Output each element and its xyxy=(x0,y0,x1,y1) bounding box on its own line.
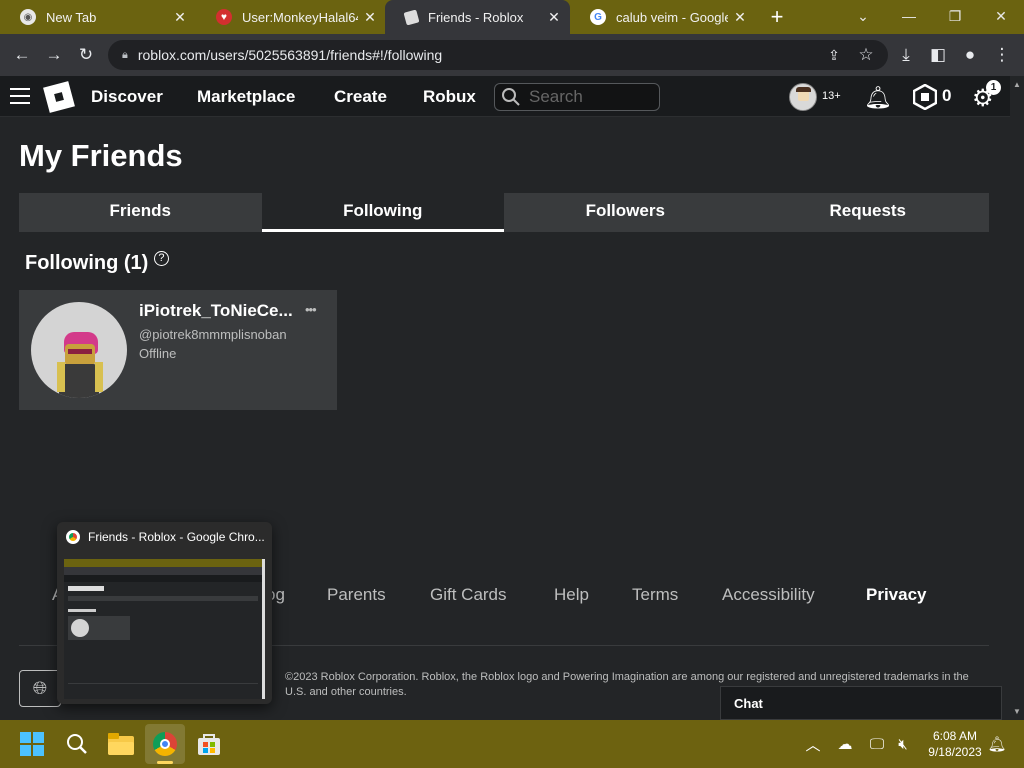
tab-followers[interactable]: Followers xyxy=(504,193,747,232)
chrome-taskbar-icon[interactable] xyxy=(145,724,185,764)
microsoft-store-icon[interactable] xyxy=(189,724,229,764)
preview-thumbnail xyxy=(64,559,265,699)
onedrive-icon[interactable]: ☁ xyxy=(834,720,856,768)
chrome-icon xyxy=(66,530,80,544)
friends-tab-bar: Friends Following Followers Requests xyxy=(19,193,989,232)
tab-search-chevron-icon[interactable]: ⌄ xyxy=(840,0,886,32)
address-bar[interactable]: 🔒︎ roblox.com/users/5025563891/friends#!… xyxy=(108,40,888,70)
browser-tab-user-page[interactable]: ♥ User:MonkeyHalal64 | ( ✕ xyxy=(196,0,386,34)
side-panel-icon[interactable]: ◧ xyxy=(922,34,954,76)
notifications-bell-icon[interactable]: 🔔︎ xyxy=(864,85,892,111)
page-scrollbar[interactable]: ▲ ▼ xyxy=(1010,76,1024,720)
download-icon[interactable]: ⤓ xyxy=(890,34,922,76)
file-explorer-icon[interactable] xyxy=(101,724,141,764)
browser-tab-new-tab[interactable]: ◉ New Tab ✕ xyxy=(0,0,196,34)
footer-link-parents[interactable]: Parents xyxy=(327,585,386,605)
settings-notification-badge: 1 xyxy=(986,80,1001,95)
clock-time: 6:08 AM xyxy=(932,729,978,743)
nav-robux[interactable]: Robux xyxy=(423,76,476,117)
network-icon[interactable]: 🖵︎ xyxy=(866,720,888,768)
language-selector-button[interactable]: 🌐︎ xyxy=(19,670,61,707)
tab-title: New Tab xyxy=(46,9,97,25)
close-tab-icon[interactable]: ✕ xyxy=(542,9,566,26)
footer-link-terms[interactable]: Terms xyxy=(632,585,678,605)
url-text: roblox.com/users/5025563891/friends#!/fo… xyxy=(137,47,443,63)
reload-icon[interactable]: ↻ xyxy=(70,34,102,76)
browser-tab-google-search[interactable]: G calub veim - Google Se ✕ xyxy=(570,0,756,34)
browser-tab-friends-roblox[interactable]: Friends - Roblox ✕ xyxy=(385,0,570,34)
footer-link-gift-cards[interactable]: Gift Cards xyxy=(430,585,507,605)
share-icon[interactable]: ⇪ xyxy=(818,34,850,76)
fandom-heart-icon: ♥ xyxy=(216,9,232,25)
chat-bar[interactable]: Chat xyxy=(720,686,1002,720)
minimize-icon[interactable]: — xyxy=(886,0,932,32)
user-avatar-thumbnail[interactable] xyxy=(789,83,817,111)
preview-title-text: Friends - Roblox - Google Chro... xyxy=(88,530,265,544)
back-arrow-icon[interactable]: ← xyxy=(6,34,38,76)
chrome-menu-icon[interactable]: ⋮ xyxy=(986,34,1018,76)
age-badge: 13+ xyxy=(822,90,841,102)
show-hidden-icons-chevron-icon[interactable]: ︿ xyxy=(802,720,824,768)
profile-icon[interactable]: ● xyxy=(954,34,986,76)
friend-username: @piotrek8mmmplisnoban xyxy=(139,327,287,342)
footer-link-privacy[interactable]: Privacy xyxy=(866,585,927,605)
search-icon xyxy=(502,88,520,106)
friend-card[interactable]: iPiotrek_ToNieCe... ••• @piotrek8mmmplis… xyxy=(19,290,337,410)
section-header-text: Following (1) xyxy=(25,252,149,274)
close-tab-icon[interactable]: ✕ xyxy=(358,9,382,26)
taskbar-window-preview[interactable]: Friends - Roblox - Google Chro... xyxy=(57,522,272,704)
tab-following[interactable]: Following xyxy=(261,193,504,232)
search-input[interactable]: Search xyxy=(494,83,660,111)
page-title: My Friends xyxy=(19,138,183,173)
nav-marketplace[interactable]: Marketplace xyxy=(197,76,295,117)
more-options-icon[interactable]: ••• xyxy=(305,302,317,317)
friend-avatar[interactable] xyxy=(31,302,127,398)
chrome-icon: ◉ xyxy=(20,9,36,25)
google-icon: G xyxy=(590,9,606,25)
hamburger-menu-icon[interactable] xyxy=(10,88,30,104)
restore-icon[interactable]: ❐ xyxy=(932,0,978,32)
close-tab-icon[interactable]: ✕ xyxy=(728,9,752,26)
forward-arrow-icon[interactable]: → xyxy=(38,34,70,76)
tab-title: User:MonkeyHalal64 | ( xyxy=(242,9,358,25)
notification-bell-icon[interactable]: 🔔︎ xyxy=(986,720,1008,768)
windows-start-icon[interactable] xyxy=(12,724,52,764)
robux-icon[interactable] xyxy=(912,83,938,111)
bookmark-star-icon[interactable]: ☆ xyxy=(850,34,882,76)
close-window-icon[interactable]: ✕ xyxy=(978,0,1024,32)
chat-label: Chat xyxy=(734,695,763,711)
tab-title: calub veim - Google Se xyxy=(616,9,728,25)
section-header: Following (1) ? xyxy=(25,250,169,275)
search-placeholder: Search xyxy=(529,87,583,106)
help-icon[interactable]: ? xyxy=(153,250,169,266)
robux-count: 0 xyxy=(942,86,952,105)
tab-requests[interactable]: Requests xyxy=(747,193,990,232)
close-tab-icon[interactable]: ✕ xyxy=(168,9,192,26)
taskbar-search-icon[interactable] xyxy=(57,724,97,764)
clock[interactable]: 6:08 AM 9/18/2023 xyxy=(922,728,988,760)
tab-title: Friends - Roblox xyxy=(428,9,524,25)
nav-create[interactable]: Create xyxy=(334,76,387,117)
preview-title: Friends - Roblox - Google Chro... xyxy=(66,530,265,544)
nav-discover[interactable]: Discover xyxy=(91,76,163,117)
clock-date: 9/18/2023 xyxy=(928,745,982,759)
friend-display-name[interactable]: iPiotrek_ToNieCe... xyxy=(139,301,293,321)
footer-link-help[interactable]: Help xyxy=(554,585,589,605)
roblox-favicon-icon xyxy=(403,9,420,25)
volume-muted-icon[interactable]: 🔇︎ xyxy=(892,720,914,768)
footer-link-accessibility[interactable]: Accessibility xyxy=(722,585,815,605)
tab-friends[interactable]: Friends xyxy=(19,193,262,232)
new-tab-button[interactable]: + xyxy=(764,0,790,34)
globe-icon: 🌐︎ xyxy=(32,678,48,698)
lock-icon: 🔒︎ xyxy=(122,48,128,61)
friend-status: Offline xyxy=(139,346,177,361)
